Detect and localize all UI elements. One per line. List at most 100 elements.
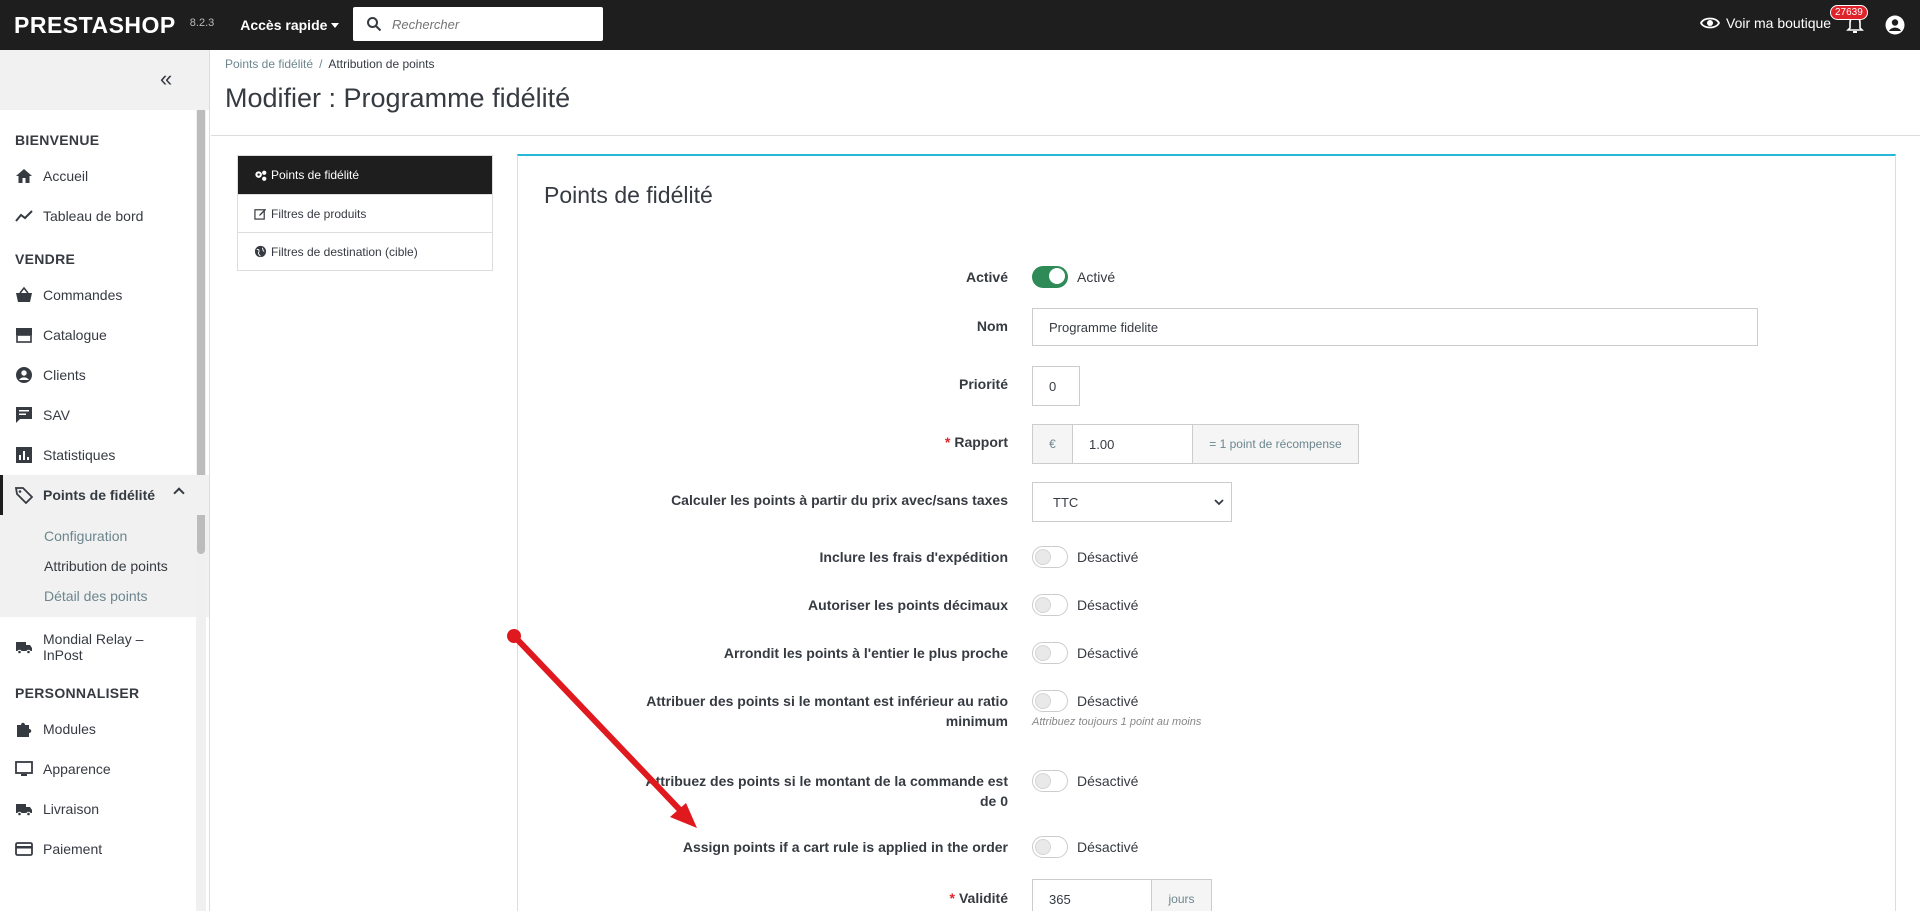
basket-icon <box>16 286 32 302</box>
sidebar-item-label: Clients <box>43 367 86 383</box>
quick-access-button[interactable]: Accès rapide <box>240 17 340 33</box>
round-toggle[interactable] <box>1032 642 1068 664</box>
sidebar-item-customers[interactable]: Clients <box>0 355 209 395</box>
ratio-suffix-addon: = 1 point de récompense <box>1192 424 1359 464</box>
page-header: Points de fidélité / Attribution de points… <box>211 50 1920 136</box>
sidebar-item-modules[interactable]: Modules <box>0 709 209 749</box>
sidebar-item-shipping[interactable]: Livraison <box>0 789 209 829</box>
section-sell: VENDRE <box>15 251 76 267</box>
tab-label: Filtres de destination (cible) <box>271 244 418 259</box>
min-ratio-toggle-group: Désactivé Attribuez toujours 1 point au … <box>1032 690 1201 728</box>
decimal-toggle-group: Désactivé <box>1032 594 1138 616</box>
sidebar-item-payment[interactable]: Paiement <box>0 829 209 869</box>
sidebar-item-label: Accueil <box>43 168 89 184</box>
round-state-label: Désactivé <box>1077 645 1139 661</box>
sidebar-item-label: Modules <box>43 721 96 737</box>
credit-card-icon <box>15 842 33 856</box>
tab-label: Filtres de produits <box>271 206 367 221</box>
sidebar-item-label: Livraison <box>43 801 100 817</box>
sidebar-item-mondial-relay[interactable]: Mondial Relay – InPost <box>0 625 209 669</box>
quick-access-label: Accès rapide <box>240 17 328 33</box>
panel-title: Points de fidélité <box>544 182 713 208</box>
chevron-up-icon <box>173 487 185 499</box>
label-name: Nom <box>976 318 1008 334</box>
sidebar-item-label: Tableau de bord <box>43 208 144 224</box>
chat-icon <box>16 407 32 423</box>
zero-amount-toggle[interactable] <box>1032 770 1068 792</box>
section-welcome: BIENVENUE <box>15 132 100 148</box>
form-panel: Points de fidélité Activé Activé Nom Pro… <box>517 154 1896 911</box>
cart-rule-toggle[interactable] <box>1032 836 1068 858</box>
mondial-line1: Mondial Relay – <box>43 631 144 647</box>
row-calc: Calculer les points à partir du prix ave… <box>518 482 1897 522</box>
sidebar-item-label: SAV <box>43 407 70 423</box>
top-bar: PRESTASHOP 8.2.3 Accès rapide Voir ma bo… <box>0 0 1920 50</box>
active-toggle[interactable] <box>1032 266 1068 288</box>
label-priority: Priorité <box>958 376 1008 392</box>
search-icon <box>367 17 382 32</box>
search-input[interactable] <box>392 16 592 32</box>
sidebar-item-home[interactable]: Accueil <box>0 156 209 196</box>
chevron-down-icon <box>1214 499 1224 506</box>
loyalty-submenu: Configuration Attribution de points Déta… <box>0 515 209 617</box>
name-field[interactable]: Programme fidelite <box>1032 308 1758 346</box>
sidebar-item-loyalty[interactable]: Points de fidélité <box>0 475 209 515</box>
label-ratio: * Rapport <box>944 434 1008 450</box>
active-state-label: Activé <box>1077 269 1116 285</box>
label-zero-line1: Attribuez des points si le montant de la… <box>645 773 1008 789</box>
label-validity-text: Validité <box>958 890 1008 906</box>
label-active: Activé <box>965 269 1008 285</box>
search-box[interactable] <box>353 7 603 41</box>
validity-group: 365 jours <box>1032 879 1212 911</box>
sidebar-item-orders[interactable]: Commandes <box>0 275 209 315</box>
globe-icon <box>254 245 267 258</box>
collapse-icon[interactable]: « <box>160 66 172 92</box>
submenu-points-detail[interactable]: Détail des points <box>44 581 209 611</box>
min-ratio-toggle[interactable] <box>1032 690 1068 712</box>
sidebar-item-label: Apparence <box>43 761 111 777</box>
validity-field[interactable]: 365 <box>1032 879 1152 911</box>
sidebar-item-stats[interactable]: Statistiques <box>0 435 209 475</box>
bar-chart-icon <box>16 447 32 463</box>
submenu-configuration[interactable]: Configuration <box>44 521 209 551</box>
label-zero-line2: de 0 <box>979 793 1008 809</box>
notification-badge: 27639 <box>1830 5 1868 20</box>
decimal-toggle[interactable] <box>1032 594 1068 616</box>
prestashop-logo[interactable]: PRESTASHOP <box>14 12 176 39</box>
caret-down-icon <box>331 22 340 28</box>
cart-rule-toggle-group: Désactivé <box>1032 836 1138 858</box>
sidebar: « BIENVENUE Accueil Tableau de bord VEND… <box>0 50 210 911</box>
sidebar-item-catalog[interactable]: Catalogue <box>0 315 209 355</box>
eye-icon <box>1700 17 1720 29</box>
calc-select[interactable]: TTC <box>1032 482 1232 522</box>
sidebar-item-support[interactable]: SAV <box>0 395 209 435</box>
shipping-state-label: Désactivé <box>1077 549 1139 565</box>
ratio-field[interactable]: 1.00 <box>1073 424 1192 464</box>
tag-icon <box>15 487 33 504</box>
account-icon[interactable] <box>1884 14 1906 36</box>
breadcrumb-item[interactable]: Points de fidélité <box>225 57 313 71</box>
label-validity: * Validité <box>949 890 1008 906</box>
tab-label: Points de fidélité <box>271 168 360 182</box>
view-shop-link[interactable]: Voir ma boutique <box>1700 15 1831 31</box>
submenu-points-attribution[interactable]: Attribution de points <box>44 551 209 581</box>
shipping-toggle[interactable] <box>1032 546 1068 568</box>
label-shipping: Inclure les frais d'expédition <box>819 549 1009 565</box>
tab-loyalty-points[interactable]: Points de fidélité <box>238 156 492 194</box>
sidebar-item-appearance[interactable]: Apparence <box>0 749 209 789</box>
tab-destination-filters[interactable]: Filtres de destination (cible) <box>238 232 492 270</box>
sidebar-collapse-bar: « <box>0 50 209 110</box>
label-min-ratio-line1: Attribuer des points si le montant est i… <box>646 693 1008 709</box>
shipping-toggle-group: Désactivé <box>1032 546 1138 568</box>
label-calc: Calculer les points à partir du prix ave… <box>671 492 1008 508</box>
sidebar-item-label: Catalogue <box>43 327 107 343</box>
tab-product-filters[interactable]: Filtres de produits <box>238 194 492 232</box>
priority-field[interactable]: 0 <box>1032 366 1080 406</box>
mondial-line2: InPost <box>43 647 83 663</box>
label-min-ratio-line2: minimum <box>945 713 1008 729</box>
sidebar-item-dashboard[interactable]: Tableau de bord <box>0 196 209 236</box>
sidebar-item-label: Mondial Relay – InPost <box>43 631 143 663</box>
page-title: Modifier : Programme fidélité <box>225 83 571 113</box>
section-customize: PERSONNALISER <box>15 685 140 701</box>
round-toggle-group: Désactivé <box>1032 642 1138 664</box>
